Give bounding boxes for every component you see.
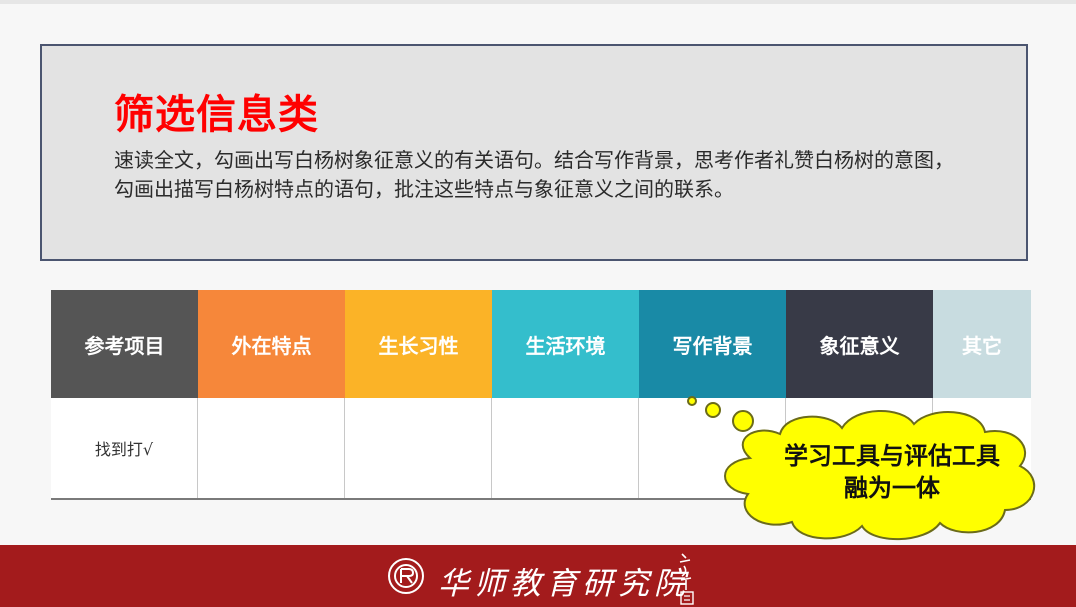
callout-line-1: 学习工具与评估工具 xyxy=(784,441,1000,470)
column-header-reference: 参考项目 xyxy=(51,290,198,398)
bubble-dot-medium xyxy=(705,402,721,418)
task-instructions: 速读全文，勾画出写白杨树象征意义的有关语句。结合写作背景，思考作者礼赞白杨树的意… xyxy=(114,148,954,201)
institute-logo-icon xyxy=(388,558,424,594)
column-header-background: 写作背景 xyxy=(639,290,786,398)
callout-line-2: 融为一体 xyxy=(844,473,940,502)
institute-name: 华师教育研究院 xyxy=(438,566,690,602)
footer-banner: 华师教育研究院 xyxy=(0,545,1076,607)
callout-text: 学习工具与评估工具 融为一体 xyxy=(752,440,1032,504)
table-header-row: 参考项目 外在特点 生长习性 生活环境 写作背景 象征意义 其它 xyxy=(51,290,1031,398)
top-strip xyxy=(0,0,1076,4)
column-header-environment: 生活环境 xyxy=(492,290,639,398)
column-header-appearance: 外在特点 xyxy=(198,290,345,398)
column-header-symbolism: 象征意义 xyxy=(786,290,933,398)
intro-box: 筛选信息类 速读全文，勾画出写白杨树象征意义的有关语句。结合写作背景，思考作者礼… xyxy=(40,44,1028,261)
bubble-dot-large xyxy=(732,410,754,432)
section-title: 筛选信息类 xyxy=(114,92,319,138)
calligraphy-seal-icon xyxy=(679,553,694,605)
column-header-other: 其它 xyxy=(933,290,1031,398)
column-header-growth-habit: 生长习性 xyxy=(345,290,492,398)
table-cell xyxy=(198,398,345,498)
table-cell: 找到打√ xyxy=(51,398,198,498)
table-cell xyxy=(345,398,492,498)
table-cell xyxy=(492,398,639,498)
bubble-dot-small xyxy=(687,396,697,406)
